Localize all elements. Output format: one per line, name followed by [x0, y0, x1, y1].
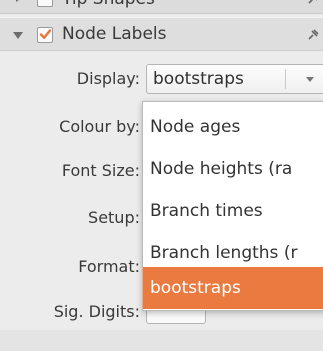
- sig-digits-label: Sig. Digits:: [53, 302, 140, 321]
- dropdown-option-bootstraps[interactable]: bootstraps: [143, 267, 323, 309]
- expand-triangle-icon[interactable]: [16, 0, 23, 2]
- collapse-triangle-icon[interactable]: [13, 32, 23, 39]
- checkmark-icon: [39, 29, 52, 39]
- format-label: Format:: [78, 257, 140, 276]
- panel-bottom-strip: [0, 330, 323, 351]
- pin-icon[interactable]: [307, 0, 319, 5]
- section-header-node-labels[interactable]: Node Labels: [0, 17, 323, 51]
- pin-icon[interactable]: [307, 29, 319, 41]
- dropdown-option-node-ages[interactable]: Node ages: [143, 106, 323, 148]
- display-dropdown-list: Node ages Node heights (ra Branch times …: [142, 101, 323, 311]
- section-label-tip-shapes: Tip Shapes: [62, 0, 155, 9]
- dropdown-option-branch-times[interactable]: Branch times: [143, 190, 323, 232]
- display-label: Display:: [76, 69, 140, 88]
- font-size-label: Font Size:: [61, 161, 140, 180]
- dropdown-option-node-heights[interactable]: Node heights (ra: [143, 148, 323, 190]
- node-labels-checkbox[interactable]: [37, 27, 53, 43]
- display-combo-value: bootstraps: [153, 69, 244, 89]
- display-combo-box[interactable]: bootstraps: [146, 64, 323, 94]
- tip-shapes-checkbox[interactable]: [37, 0, 53, 7]
- colour-by-label: Colour by:: [59, 117, 140, 136]
- combo-separator: [285, 69, 286, 89]
- setup-label: Setup:: [88, 208, 140, 227]
- section-header-tip-shapes[interactable]: Tip Shapes: [0, 0, 323, 14]
- layer-options-panel: Tip Shapes Node Labels Display: Colour b…: [0, 0, 323, 351]
- section-label-node-labels: Node Labels: [62, 24, 167, 44]
- chevron-down-icon[interactable]: [306, 77, 314, 82]
